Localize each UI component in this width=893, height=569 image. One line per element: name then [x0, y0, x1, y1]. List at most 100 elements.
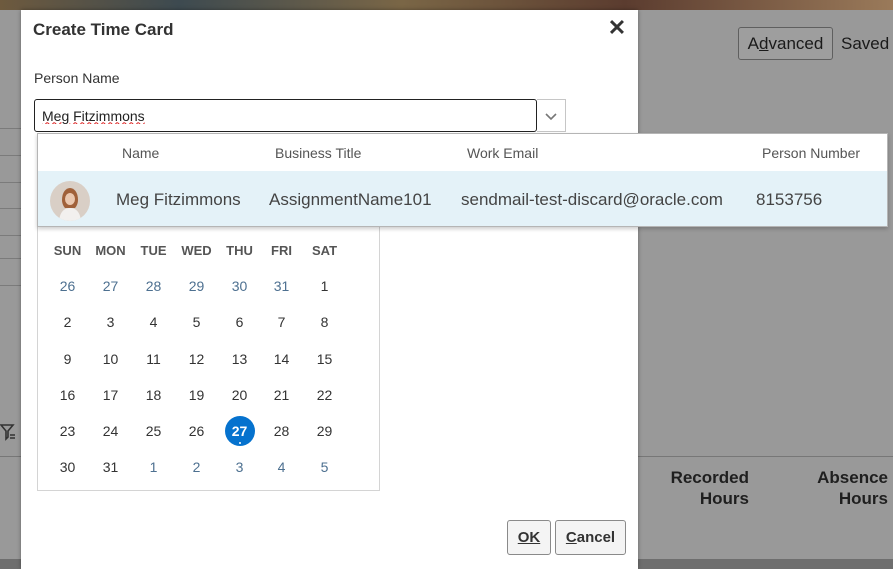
weekday-label: FRI — [271, 243, 292, 258]
person-name-label: Person Name — [34, 70, 120, 86]
calendar-day[interactable]: 23 — [46, 416, 89, 446]
calendar-day[interactable]: 24 — [89, 416, 132, 446]
calendar-day-number: 26 — [188, 423, 205, 439]
calendar-day[interactable]: 31 — [260, 271, 303, 301]
calendar-day-number: 2 — [63, 314, 72, 330]
calendar-day-number: 11 — [146, 351, 161, 367]
calendar-day-number: 10 — [102, 351, 119, 367]
calendar-day-number: 1 — [149, 459, 158, 475]
calendar-day[interactable]: 7 — [260, 307, 303, 337]
calendar-day-number: 3 — [106, 314, 115, 330]
calendar-day-number: 20 — [231, 387, 248, 403]
saved-button[interactable]: Saved — [841, 34, 889, 54]
calendar-day[interactable]: 19 — [175, 380, 218, 410]
calendar-week-row: 26 27 28 29 30 31 1 — [38, 271, 381, 301]
person-search-results: Name Business Title Work Email Person Nu… — [37, 133, 888, 227]
calendar-week-row: 9 10 11 12 13 14 15 — [38, 344, 381, 374]
weekday-label: MON — [95, 243, 126, 258]
calendar-day-number: 5 — [320, 459, 329, 475]
weekday-label: THU — [226, 243, 253, 258]
calendar-day-number: 8 — [320, 314, 329, 330]
chevron-down-icon[interactable] — [537, 99, 566, 132]
column-header-work-email: Work Email — [467, 145, 539, 161]
calendar-day[interactable]: 9 — [46, 344, 89, 374]
calendar-day-number: 16 — [59, 387, 76, 403]
calendar-day[interactable]: 4 — [132, 307, 175, 337]
result-person-number: 8153756 — [756, 190, 823, 209]
calendar-day-number: 15 — [316, 351, 333, 367]
result-name: Meg Fitzimmons — [116, 190, 241, 209]
result-row[interactable]: Meg Fitzimmons AssignmentName101 sendmai… — [38, 171, 887, 226]
calendar-day[interactable]: 12 — [175, 344, 218, 374]
calendar-week-row: 23 24 25 26 27 28 29 — [38, 416, 381, 446]
ok-button[interactable]: OK — [507, 520, 551, 555]
calendar-day[interactable]: 26 — [175, 416, 218, 446]
calendar-day-number: 22 — [316, 387, 333, 403]
results-header: Name Business Title Work Email Person Nu… — [38, 134, 887, 171]
calendar-day[interactable]: 5 — [303, 452, 346, 482]
calendar-day[interactable]: 1 — [303, 271, 346, 301]
calendar-day-number: 30 — [59, 459, 76, 475]
calendar-day[interactable]: 15 — [303, 344, 346, 374]
cancel-button[interactable]: Cancel — [555, 520, 626, 555]
calendar-day[interactable]: 29 — [303, 416, 346, 446]
calendar-day[interactable]: 17 — [89, 380, 132, 410]
close-icon[interactable]: ✕ — [606, 16, 628, 40]
calendar-day-number: 7 — [277, 314, 286, 330]
weekday-label: WED — [181, 243, 212, 258]
calendar-week-row: 16 17 18 19 20 21 22 — [38, 380, 381, 410]
calendar-day[interactable]: 30 — [46, 452, 89, 482]
calendar-day-number: 9 — [63, 351, 72, 367]
calendar-day[interactable]: 2 — [46, 307, 89, 337]
calendar-day[interactable]: 10 — [89, 344, 132, 374]
calendar-day[interactable]: 5 — [175, 307, 218, 337]
calendar-day-number: 13 — [231, 351, 248, 367]
calendar-day[interactable]: 18 — [132, 380, 175, 410]
calendar-day[interactable]: 21 — [260, 380, 303, 410]
calendar-day[interactable]: 6 — [218, 307, 261, 337]
dialog-title: Create Time Card — [33, 20, 174, 39]
calendar-day-number: 12 — [188, 351, 205, 367]
calendar-day-number: 31 — [273, 278, 290, 294]
column-header-absence-hours[interactable]: Absence Hours — [808, 467, 888, 509]
calendar-day-number: 29 — [188, 278, 205, 294]
weekday-label: SUN — [53, 243, 82, 258]
column-header-recorded-hours[interactable]: Recorded Hours — [668, 467, 749, 509]
calendar-week-row: 30 31 1 2 3 4 5 — [38, 452, 381, 482]
calendar-day-number: 28 — [273, 423, 290, 439]
filter-icon[interactable] — [0, 423, 16, 446]
calendar-day[interactable]: 11 — [132, 344, 175, 374]
calendar-day-number: 27 — [102, 278, 119, 294]
calendar-day[interactable]: 25 — [132, 416, 175, 446]
calendar-day[interactable]: 1 — [132, 452, 175, 482]
calendar-day[interactable]: 3 — [218, 452, 261, 482]
calendar-day[interactable]: 16 — [46, 380, 89, 410]
calendar-day[interactable]: 26 — [46, 271, 89, 301]
calendar-day[interactable]: 30 — [218, 271, 261, 301]
calendar-day[interactable]: 22 — [303, 380, 346, 410]
calendar-weekday-header: SUN MON TUE WED THU FRI SAT — [38, 229, 381, 259]
calendar-day-selected[interactable]: 27 — [218, 416, 261, 446]
calendar-day[interactable]: 3 — [89, 307, 132, 337]
calendar-day-number: 27 — [224, 416, 255, 446]
calendar-day[interactable]: 27 — [89, 271, 132, 301]
calendar-day[interactable]: 20 — [218, 380, 261, 410]
calendar-day[interactable]: 4 — [260, 452, 303, 482]
calendar-day[interactable]: 14 — [260, 344, 303, 374]
create-time-card-dialog: Create Time Card ✕ Person Name SUN MON T… — [21, 10, 638, 569]
result-work-email: sendmail-test-discard@oracle.com — [461, 190, 723, 209]
calendar-day[interactable]: 8 — [303, 307, 346, 337]
calendar-day-number: 2 — [192, 459, 201, 475]
person-name-input[interactable] — [34, 99, 537, 132]
calendar-day[interactable]: 28 — [132, 271, 175, 301]
calendar-day[interactable]: 2 — [175, 452, 218, 482]
calendar-day-number: 18 — [145, 387, 162, 403]
calendar-day-number: 17 — [102, 387, 119, 403]
calendar-day[interactable]: 29 — [175, 271, 218, 301]
calendar-day[interactable]: 31 — [89, 452, 132, 482]
calendar-day[interactable]: 28 — [260, 416, 303, 446]
weekday-label: SAT — [311, 243, 338, 258]
column-header-person-number: Person Number — [762, 145, 861, 161]
advanced-button[interactable]: Advanced — [738, 27, 833, 60]
calendar-day[interactable]: 13 — [218, 344, 261, 374]
